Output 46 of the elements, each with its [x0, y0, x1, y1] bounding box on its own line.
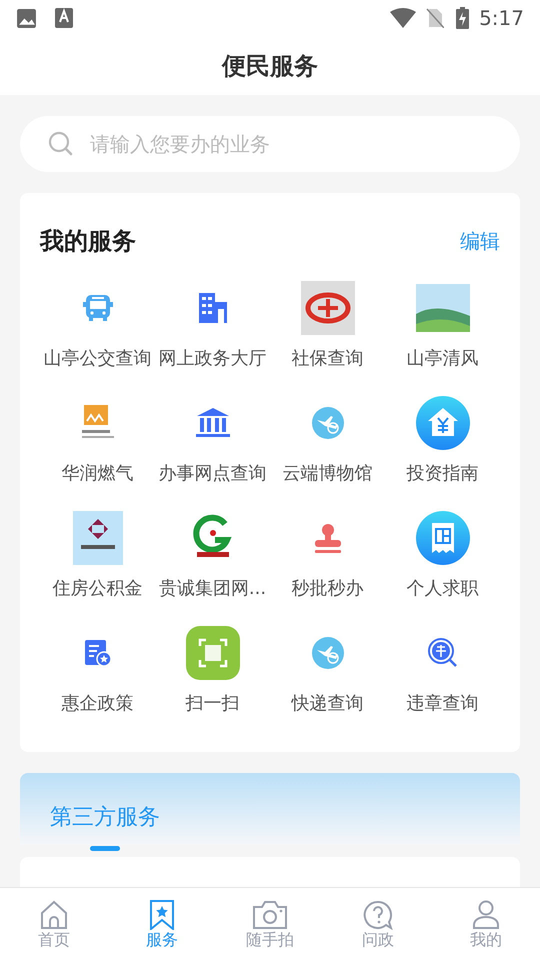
bank-icon — [194, 407, 230, 439]
person-icon — [472, 900, 500, 930]
wifi-icon — [390, 8, 416, 28]
service-item[interactable]: 个人求职 — [406, 575, 478, 602]
bookmark-star-icon — [147, 900, 177, 930]
no-sim-icon — [426, 8, 444, 28]
service-item[interactable]: 山亭公交查询 — [44, 345, 152, 372]
search-field[interactable]: 请输入您要办的业务 — [20, 116, 520, 172]
font-icon — [55, 8, 73, 28]
service-item[interactable]: 违章查询 — [406, 690, 478, 717]
service-item[interactable]: 华润燃气 — [62, 460, 134, 487]
service-item[interactable]: 贵诚集团网... — [158, 575, 266, 602]
receipt-icon — [416, 511, 470, 565]
service-item[interactable]: 惠企政策 — [62, 690, 134, 717]
search-badge-icon — [426, 637, 458, 669]
service-item[interactable]: 社保查询 — [292, 345, 364, 372]
clock-time: 5:17 — [479, 5, 524, 32]
plane-globe-icon — [312, 407, 344, 439]
question-bubble-icon — [363, 900, 393, 930]
buildings-icon — [196, 292, 228, 324]
battery-icon — [456, 7, 470, 29]
tab-indicator — [90, 846, 120, 851]
search-icon — [48, 131, 74, 157]
house-yen-icon — [416, 396, 470, 450]
service-item[interactable]: 投资指南 — [406, 460, 478, 487]
section-title: 我的服务 — [40, 226, 136, 257]
image-icon — [16, 8, 37, 28]
service-item[interactable]: 办事网点查询 — [158, 460, 266, 487]
camera-icon — [252, 900, 288, 930]
bus-icon — [82, 292, 114, 324]
service-item[interactable]: 云端博物馆 — [282, 460, 372, 487]
service-item[interactable]: 扫一扫 — [186, 690, 240, 717]
service-item[interactable]: 住房公积金 — [52, 575, 142, 602]
home-icon — [39, 900, 69, 930]
service-item[interactable]: 山亭清风 — [406, 345, 478, 372]
stamp-icon — [312, 522, 342, 554]
photo-placeholder — [416, 284, 470, 332]
document-star-icon — [84, 639, 112, 667]
logo-icon — [300, 281, 354, 335]
plane-globe-icon — [312, 637, 344, 669]
service-item[interactable]: 秒批秒办 — [292, 575, 364, 602]
scan-icon — [186, 626, 240, 680]
page-title: 便民服务 — [222, 50, 318, 82]
service-item[interactable]: 快递查询 — [292, 690, 364, 717]
service-item[interactable]: 网上政务大厅 — [158, 345, 266, 372]
logo-icon — [72, 511, 122, 565]
